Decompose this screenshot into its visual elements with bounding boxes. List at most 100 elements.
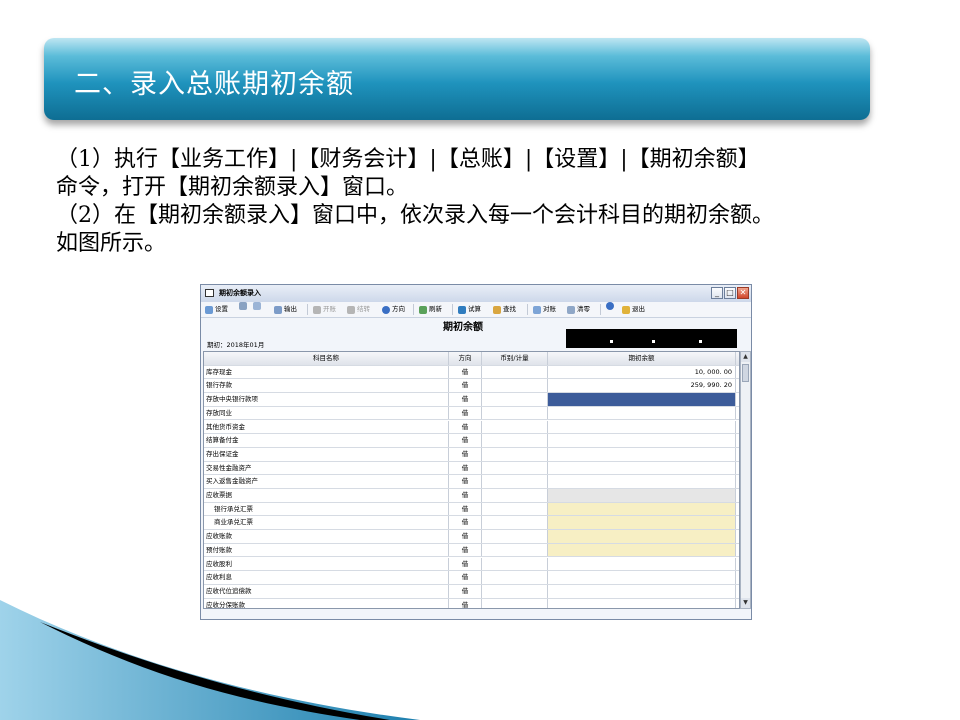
- initial-balance-cell[interactable]: [548, 461, 736, 475]
- currency-unit-cell[interactable]: [482, 434, 548, 447]
- account-name-cell[interactable]: 结算备付金: [204, 434, 449, 447]
- currency-unit-cell[interactable]: [482, 379, 548, 393]
- account-name-cell[interactable]: 预付账款: [204, 543, 449, 557]
- currency-unit-cell[interactable]: [482, 557, 548, 571]
- currency-unit-cell[interactable]: [482, 530, 548, 543]
- account-name-cell[interactable]: 银行承兑汇票: [204, 502, 449, 516]
- initial-balance-cell[interactable]: [548, 393, 736, 406]
- direction-button[interactable]: 方向: [382, 302, 405, 317]
- account-name-cell[interactable]: 存放同业: [204, 406, 449, 420]
- account-name-cell[interactable]: 其他货币资金: [204, 420, 449, 434]
- account-name-cell[interactable]: 银行存款: [204, 379, 449, 393]
- exit-button[interactable]: 退出: [622, 302, 645, 317]
- table-row[interactable]: 应收账款借: [204, 530, 739, 544]
- column-header-direction[interactable]: 方向: [449, 352, 482, 365]
- currency-unit-cell[interactable]: [482, 543, 548, 557]
- initial-balance-cell[interactable]: [548, 543, 736, 557]
- direction-cell[interactable]: 借: [449, 571, 482, 584]
- currency-unit-cell[interactable]: [482, 475, 548, 488]
- find-button[interactable]: 查找: [493, 302, 516, 317]
- table-row[interactable]: 商业承兑汇票借: [204, 516, 739, 531]
- account-name-cell[interactable]: 应收股利: [204, 557, 449, 571]
- trial-balance-button[interactable]: 试算: [458, 302, 481, 317]
- direction-cell[interactable]: 借: [449, 502, 482, 516]
- currency-unit-cell[interactable]: [482, 584, 548, 598]
- initial-balance-cell[interactable]: [548, 489, 736, 502]
- column-header-account-name[interactable]: 科目名称: [204, 352, 449, 365]
- account-name-cell[interactable]: 应收分保账款: [204, 598, 449, 608]
- currency-unit-cell[interactable]: [482, 420, 548, 434]
- direction-cell[interactable]: 借: [449, 530, 482, 543]
- initial-balance-cell[interactable]: [548, 475, 736, 488]
- direction-cell[interactable]: 借: [449, 557, 482, 571]
- direction-cell[interactable]: 借: [449, 516, 482, 530]
- table-row[interactable]: 应收利息借: [204, 571, 739, 585]
- direction-cell[interactable]: 借: [449, 543, 482, 557]
- initial-balance-cell[interactable]: [548, 516, 736, 530]
- minimize-button[interactable]: _: [711, 287, 723, 299]
- table-row[interactable]: 存放同业借: [204, 406, 739, 421]
- currency-unit-cell[interactable]: [482, 598, 548, 608]
- initial-balance-cell[interactable]: [548, 447, 736, 461]
- table-row[interactable]: 交易性金融资产借: [204, 461, 739, 476]
- reconcile-button[interactable]: 对账: [533, 302, 556, 317]
- account-name-cell[interactable]: 应收代位追偿款: [204, 584, 449, 598]
- maximize-button[interactable]: □: [724, 287, 736, 299]
- column-header-initial-balance[interactable]: 期初余额: [548, 352, 736, 365]
- direction-cell[interactable]: 借: [449, 365, 482, 379]
- window-titlebar[interactable]: 期初余额录入 _ □ ✕: [201, 285, 751, 303]
- direction-cell[interactable]: 借: [449, 420, 482, 434]
- table-row[interactable]: 应收股利借: [204, 557, 739, 572]
- account-name-cell[interactable]: 应收利息: [204, 571, 449, 584]
- account-name-cell[interactable]: 存出保证金: [204, 447, 449, 461]
- open-account-button[interactable]: 开账: [313, 302, 336, 317]
- initial-balance-cell[interactable]: [548, 584, 736, 598]
- initial-balance-cell[interactable]: 10, 000. 00: [548, 365, 736, 379]
- table-row[interactable]: 预付账款借: [204, 543, 739, 558]
- direction-cell[interactable]: 借: [449, 475, 482, 488]
- initial-balance-cell[interactable]: [548, 598, 736, 608]
- close-button[interactable]: ✕: [737, 287, 749, 299]
- print-icon-button[interactable]: [239, 302, 247, 310]
- currency-unit-cell[interactable]: [482, 516, 548, 530]
- table-row[interactable]: 其他货币资金借: [204, 420, 739, 435]
- account-name-cell[interactable]: 应收账款: [204, 530, 449, 543]
- scroll-thumb[interactable]: [742, 364, 749, 382]
- initial-balance-cell[interactable]: [548, 530, 736, 543]
- direction-cell[interactable]: 借: [449, 447, 482, 461]
- initial-balance-cell[interactable]: [548, 502, 736, 516]
- direction-cell[interactable]: 借: [449, 598, 482, 608]
- initial-balance-cell[interactable]: [548, 571, 736, 584]
- initial-balance-cell[interactable]: [548, 434, 736, 447]
- initial-balance-cell[interactable]: [548, 557, 736, 571]
- initial-balance-cell[interactable]: 259, 990. 20: [548, 379, 736, 393]
- account-name-cell[interactable]: 买入返售金融资产: [204, 475, 449, 488]
- direction-cell[interactable]: 借: [449, 406, 482, 420]
- close-account-button[interactable]: 结转: [347, 302, 370, 317]
- table-row[interactable]: 存出保证金借: [204, 447, 739, 462]
- setup-button[interactable]: 设置: [205, 302, 228, 317]
- account-name-cell[interactable]: 存放中央银行款项: [204, 393, 449, 406]
- account-name-cell[interactable]: 交易性金融资产: [204, 461, 449, 475]
- table-row[interactable]: 应收分保账款借: [204, 598, 739, 608]
- table-row[interactable]: 结算备付金借: [204, 434, 739, 448]
- table-row[interactable]: 应收票据借: [204, 489, 739, 503]
- table-row[interactable]: 买入返售金融资产借: [204, 475, 739, 489]
- column-header-currency-unit[interactable]: 币别/计量: [482, 352, 548, 365]
- direction-cell[interactable]: 借: [449, 461, 482, 475]
- currency-unit-cell[interactable]: [482, 447, 548, 461]
- currency-unit-cell[interactable]: [482, 393, 548, 406]
- scroll-down-icon[interactable]: ▼: [741, 598, 750, 608]
- table-row[interactable]: 存放中央银行款项借: [204, 393, 739, 407]
- account-name-cell[interactable]: 应收票据: [204, 489, 449, 502]
- initial-balance-cell[interactable]: [548, 420, 736, 434]
- help-button[interactable]: [606, 302, 614, 310]
- direction-cell[interactable]: 借: [449, 434, 482, 447]
- account-name-cell[interactable]: 商业承兑汇票: [204, 516, 449, 530]
- currency-unit-cell[interactable]: [482, 571, 548, 584]
- direction-cell[interactable]: 借: [449, 584, 482, 598]
- currency-unit-cell[interactable]: [482, 365, 548, 379]
- preview-icon-button[interactable]: [253, 302, 261, 310]
- scroll-up-icon[interactable]: ▲: [741, 352, 750, 362]
- currency-unit-cell[interactable]: [482, 461, 548, 475]
